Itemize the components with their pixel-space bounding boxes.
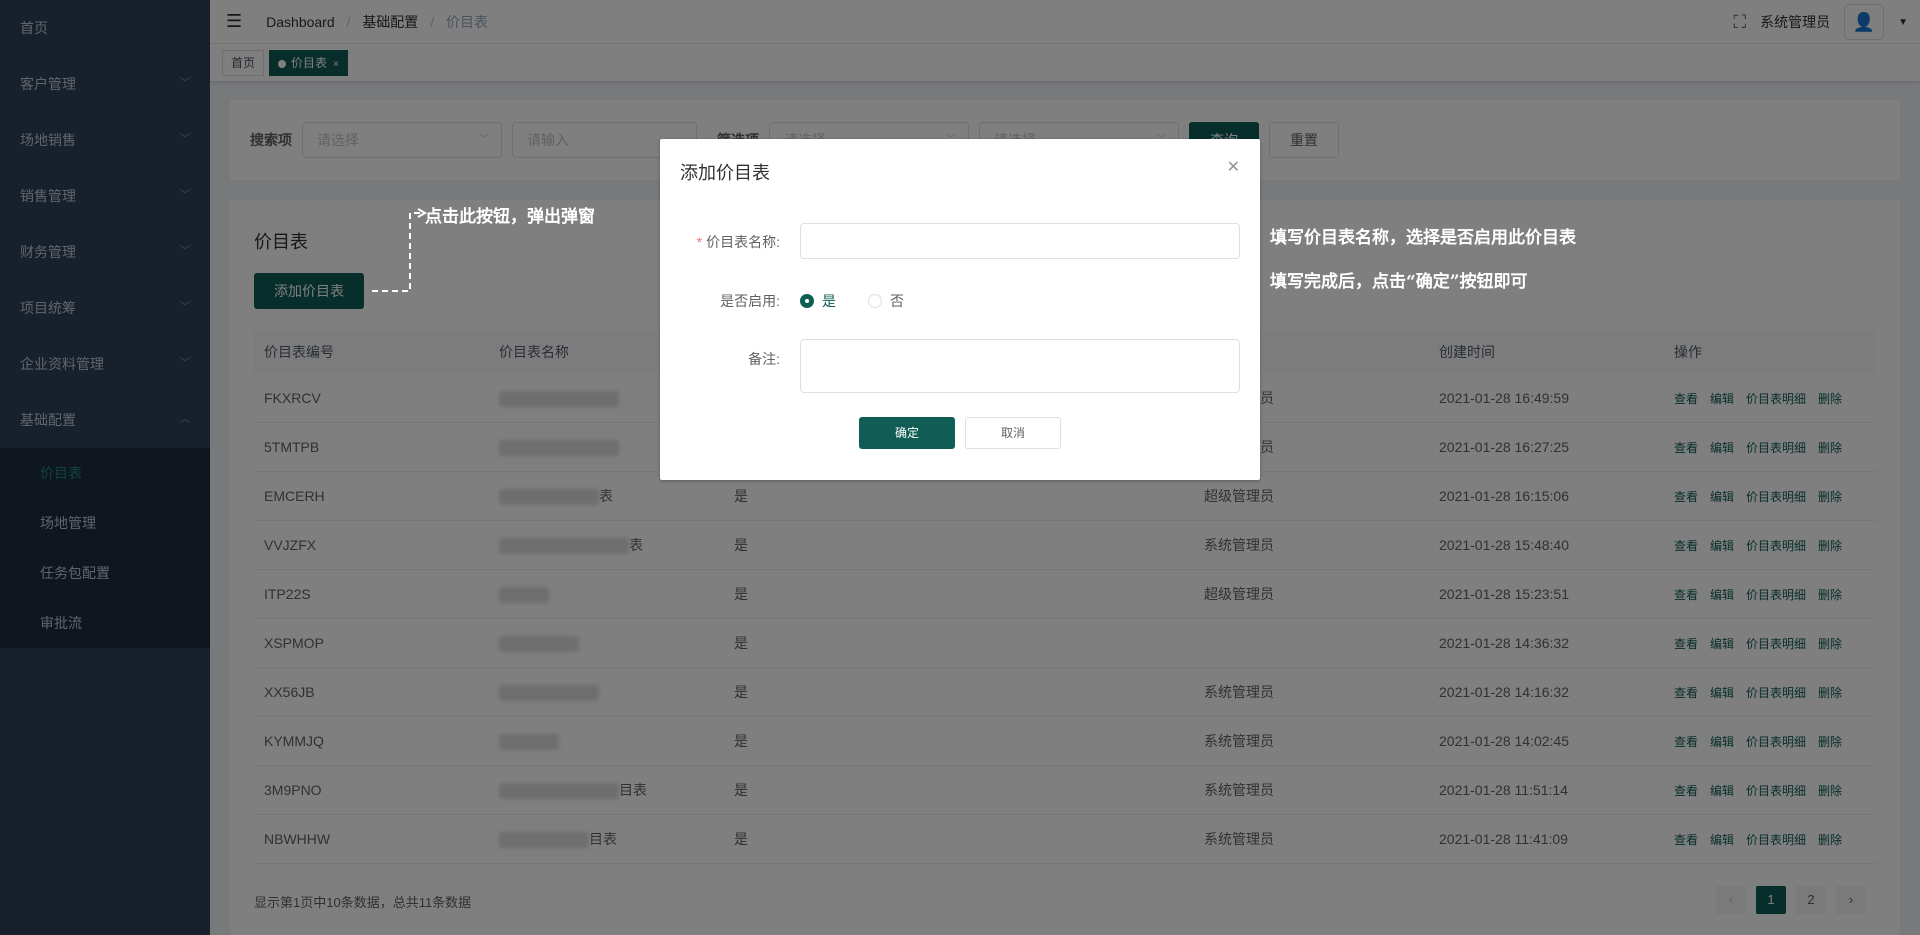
name-label: * 价目表名称: <box>697 232 780 252</box>
radio-enabled-yes[interactable]: 是 <box>800 291 836 311</box>
close-icon[interactable]: ✕ <box>1227 157 1240 177</box>
annotation-arrow <box>372 208 428 292</box>
remark-label: 备注: <box>748 351 780 367</box>
radio-label: 是 <box>822 293 836 309</box>
required-mark: * <box>696 234 703 250</box>
dialog-title: 添加价目表 <box>680 163 770 183</box>
enabled-label: 是否启用: <box>720 293 780 309</box>
price-list-name-input[interactable] <box>800 223 1240 259</box>
radio-enabled-no[interactable]: 否 <box>868 291 904 311</box>
annotation-fill-name: 填写价目表名称，选择是否启用此价目表 <box>1270 228 1576 248</box>
remark-textarea[interactable] <box>800 339 1240 393</box>
name-label-text: 价目表名称: <box>706 234 780 250</box>
radio-label: 否 <box>890 293 904 309</box>
radio-unchecked-icon <box>868 294 882 308</box>
radio-checked-icon <box>800 294 814 308</box>
annotation-click-button: 点击此按钮，弹出弹窗 <box>425 207 595 227</box>
annotation-confirm: 填写完成后，点击“确定”按钮即可 <box>1270 272 1528 292</box>
add-price-list-dialog: 添加价目表 ✕ * 价目表名称: 是否启用: 是 否 备注: 确定 取消 <box>660 139 1260 480</box>
cancel-button[interactable]: 取消 <box>965 417 1061 449</box>
confirm-button[interactable]: 确定 <box>859 417 955 449</box>
